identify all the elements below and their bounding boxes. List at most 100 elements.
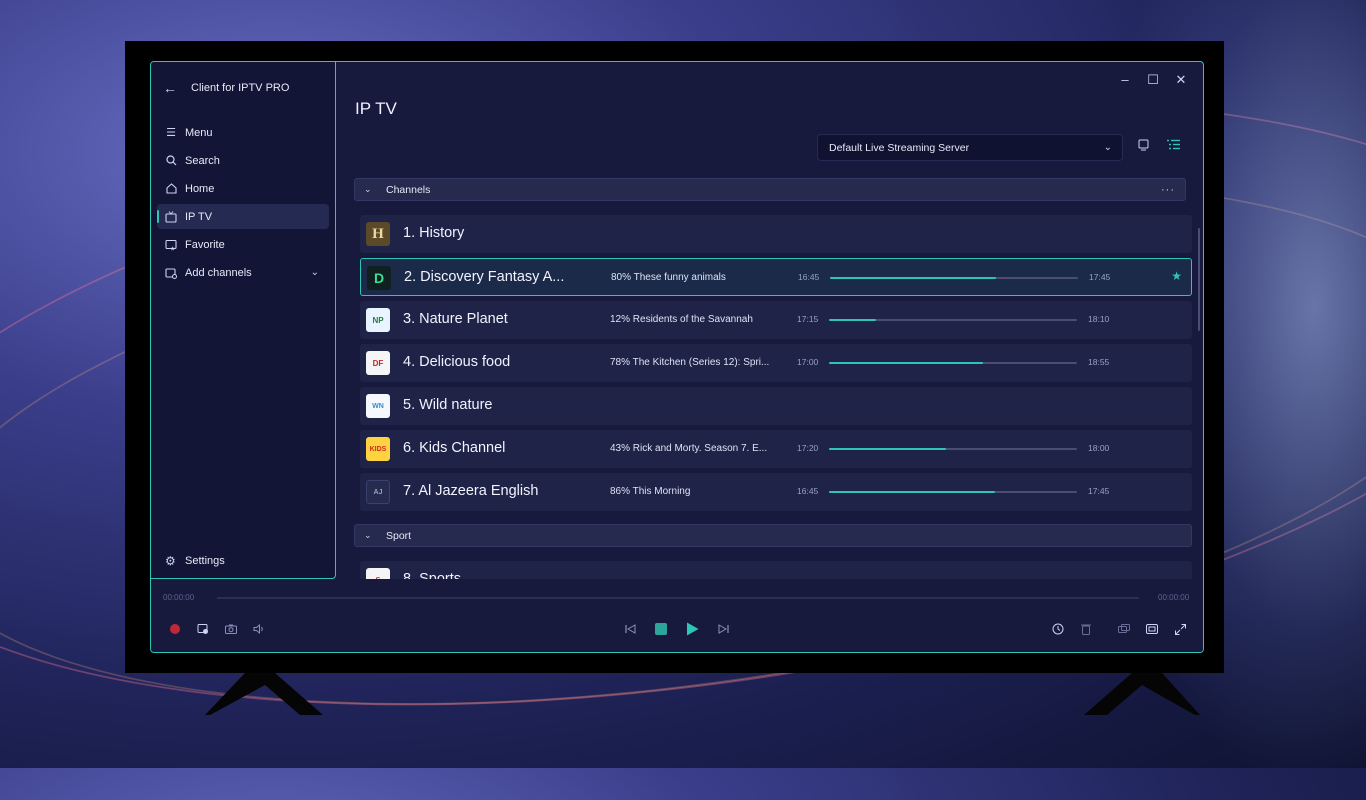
tv-icon	[165, 210, 177, 223]
channel-row-wild-nature[interactable]: WN 5. Wild nature	[360, 387, 1192, 425]
sidebar-item-favorite[interactable]: ★ Favorite	[157, 232, 329, 257]
channel-name: 8. Sports	[403, 571, 462, 579]
list-view-icon[interactable]	[1165, 139, 1181, 155]
program-title: 86% This Morning	[610, 486, 691, 497]
sidebar-item-label: Add channels	[185, 266, 252, 279]
sidebar-item-home[interactable]: Home	[157, 176, 329, 201]
hamburger-icon: ☰	[166, 127, 176, 139]
sidebar: ← Client for IPTV PRO ☰ Menu Search Home	[151, 62, 336, 579]
end-time: 18:00	[1088, 443, 1110, 453]
program-title: 12% Residents of the Savannah	[610, 314, 753, 325]
progress-fill	[829, 448, 946, 450]
chevron-down-icon: ⌄	[310, 267, 319, 278]
volume-icon[interactable]	[252, 622, 266, 636]
progress-fill	[829, 319, 877, 321]
program-title: 80% These funny animals	[611, 272, 726, 283]
player-bar: 00:00:00 00:00:00	[151, 579, 1203, 652]
sidebar-item-search[interactable]: Search	[157, 148, 329, 173]
channel-row-delicious-food[interactable]: DF 4. Delicious food 78% The Kitchen (Se…	[360, 344, 1192, 382]
channel-logo: H	[366, 222, 390, 246]
seek-bar[interactable]	[217, 597, 1139, 599]
sidebar-nav: ☰ Menu Search Home IP TV ★ Favorite Add …	[157, 120, 329, 288]
server-select[interactable]: Default Live Streaming Server ⌄	[817, 134, 1123, 161]
app-title: Client for IPTV PRO	[191, 82, 290, 94]
schedule-record-icon[interactable]	[196, 622, 210, 636]
channel-name: 6. Kids Channel	[403, 440, 506, 456]
channel-row-kids-channel[interactable]: KIDS 6. Kids Channel 43% Rick and Morty.…	[360, 430, 1192, 468]
start-time: 16:45	[797, 486, 819, 496]
sidebar-item-menu[interactable]: ☰ Menu	[157, 120, 329, 145]
channel-name: 1. History	[403, 225, 465, 241]
tv-stand-right	[1084, 673, 1200, 715]
channel-row-sports[interactable]: S 8. Sports	[360, 561, 1192, 579]
program-progress	[829, 491, 1077, 493]
aspect-ratio-icon[interactable]	[1145, 622, 1159, 636]
home-icon	[165, 183, 177, 195]
minimize-icon[interactable]: –	[1111, 72, 1139, 88]
progress-fill	[829, 491, 996, 493]
stop-icon[interactable]	[654, 622, 668, 636]
channel-row-nature-planet[interactable]: NP 3. Nature Planet 12% Residents of the…	[360, 301, 1192, 339]
channel-logo: S	[366, 568, 390, 579]
epg-icon[interactable]	[1135, 139, 1151, 155]
end-time: 17:45	[1089, 272, 1111, 282]
channel-name: 3. Nature Planet	[403, 311, 508, 327]
sidebar-item-label: Menu	[185, 126, 213, 139]
channel-logo: KIDS	[366, 437, 390, 461]
title-bar: ← Client for IPTV PRO	[163, 78, 289, 98]
start-time: 17:15	[797, 314, 819, 324]
star-icon[interactable]: ★	[1171, 269, 1182, 283]
channel-name: 2. Discovery Fantasy A...	[404, 269, 565, 285]
maximize-icon[interactable]: ☐	[1139, 72, 1167, 88]
program-progress	[829, 448, 1077, 450]
clock-icon[interactable]	[1051, 622, 1065, 636]
group-label: Channels	[386, 183, 431, 196]
skip-previous-icon[interactable]	[623, 622, 637, 636]
record-icon[interactable]	[168, 622, 182, 636]
program-progress	[830, 277, 1078, 279]
back-arrow-icon[interactable]: ←	[163, 80, 179, 96]
group-header-channels[interactable]: ⌄ Channels ···	[354, 178, 1186, 201]
favorite-icon: ★	[165, 239, 177, 251]
sidebar-item-settings[interactable]: ⚙ Settings	[165, 554, 225, 568]
channel-logo: AJ	[366, 480, 390, 504]
fullscreen-icon[interactable]	[1173, 622, 1187, 636]
start-time: 17:00	[797, 357, 819, 367]
end-time: 17:45	[1088, 486, 1110, 496]
more-options-icon[interactable]: ···	[1161, 184, 1175, 196]
channel-row-al-jazeera[interactable]: AJ 7. Al Jazeera English 86% This Mornin…	[360, 473, 1192, 511]
program-title: 78% The Kitchen (Series 12): Spri...	[610, 357, 770, 368]
channel-row-history[interactable]: H 1. History	[360, 215, 1192, 253]
channel-logo: NP	[366, 308, 390, 332]
channel-name: 7. Al Jazeera English	[403, 483, 539, 499]
scrollbar[interactable]	[1198, 228, 1200, 331]
chevron-down-icon: ⌄	[364, 184, 372, 194]
delete-icon[interactable]	[1079, 622, 1093, 636]
camera-icon[interactable]	[224, 622, 238, 636]
channel-row-discovery[interactable]: D 2. Discovery Fantasy A... 80% These fu…	[360, 258, 1192, 296]
picture-in-picture-icon[interactable]	[1117, 622, 1131, 636]
end-time: 18:10	[1088, 314, 1110, 324]
program-progress	[829, 319, 1077, 321]
play-icon[interactable]	[685, 622, 699, 636]
svg-text:★: ★	[170, 245, 175, 251]
start-time: 16:45	[798, 272, 820, 282]
group-header-sport[interactable]: ⌄ Sport	[354, 524, 1192, 547]
program-title: 43% Rick and Morty. Season 7. E...	[610, 443, 768, 454]
sidebar-item-label: Search	[185, 154, 220, 167]
chevron-down-icon: ⌄	[364, 530, 372, 540]
sidebar-item-add-channels[interactable]: Add channels ⌄	[157, 260, 329, 285]
close-icon[interactable]: ✕	[1167, 72, 1195, 88]
page-title: IP TV	[355, 99, 397, 118]
app-window: ← Client for IPTV PRO ☰ Menu Search Home	[150, 61, 1204, 653]
current-time: 00:00:00	[163, 593, 195, 602]
sidebar-item-label: Home	[185, 182, 215, 195]
progress-fill	[830, 277, 997, 279]
skip-next-icon[interactable]	[716, 622, 730, 636]
server-select-value: Default Live Streaming Server	[829, 141, 970, 154]
channel-logo: DF	[366, 351, 390, 375]
sidebar-item-iptv[interactable]: IP TV	[157, 204, 329, 229]
tv-stand-left	[205, 673, 323, 715]
search-icon	[165, 155, 177, 167]
settings-label: Settings	[185, 555, 225, 567]
